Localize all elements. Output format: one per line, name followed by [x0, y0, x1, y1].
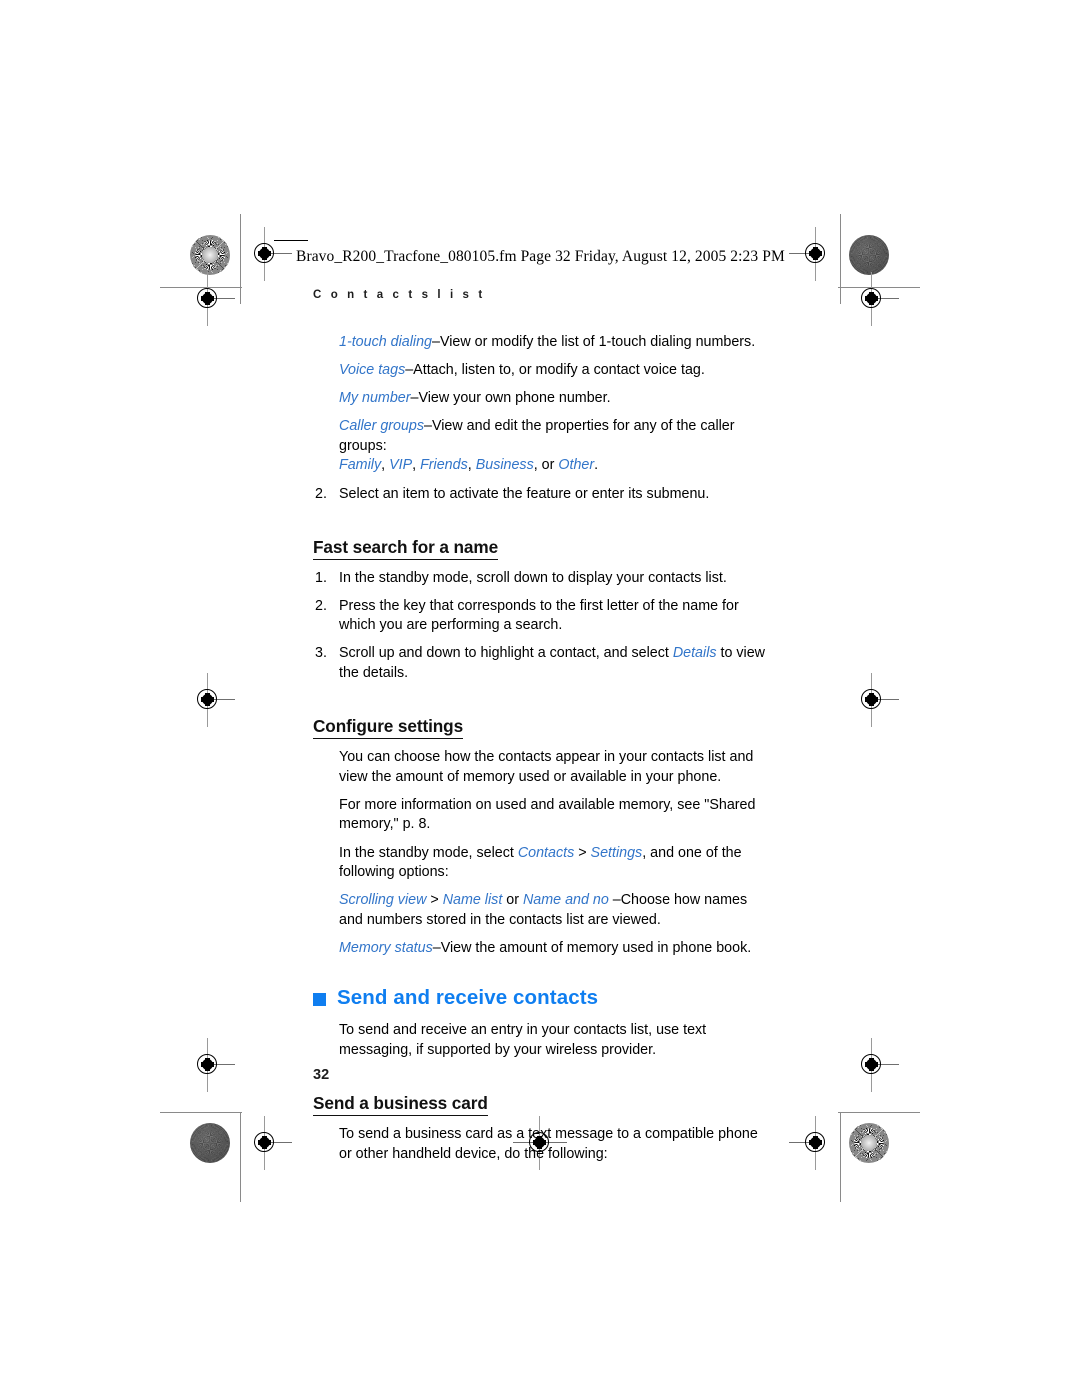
configure-settings-paragraph-1: You can choose how the contacts appear i…	[339, 749, 754, 785]
registration-target-bottom-left-outer	[181, 1038, 235, 1092]
option-scrolling-view: Scrolling view	[339, 892, 427, 909]
list-text-pre: Scroll up and down to highlight a contac…	[339, 645, 673, 662]
menu-item-caller-groups: Caller groups–View and edit the properti…	[339, 417, 765, 476]
menu-path-settings: Settings	[590, 844, 643, 861]
sep: , or	[533, 457, 559, 474]
registration-target-top-left-inner	[238, 227, 292, 281]
trim-line-right-vertical-bottom	[840, 1112, 841, 1202]
chapter-heading-send-and-receive-contacts: Send and receive contacts	[313, 986, 765, 1010]
option-name-list: Name list	[442, 892, 503, 909]
sep: ,	[412, 457, 421, 474]
registration-rosette-bottom-left	[190, 1123, 230, 1163]
section-heading-send-business-card: Send a business card	[313, 1093, 488, 1117]
list-item-fast-search-3: 3. Scroll up and down to highlight a con…	[313, 644, 765, 683]
sep: ,	[381, 457, 390, 474]
list-text: In the standby mode, scroll down to disp…	[339, 569, 727, 586]
page-number: 32	[313, 1067, 330, 1083]
registration-target-middle-left	[181, 673, 235, 727]
framemaker-file-banner: Bravo_R200_Tracfone_080105.fm Page 32 Fr…	[274, 240, 785, 266]
option-name-and-no: Name and no	[522, 892, 609, 909]
list-item-select-item: 2. Select an item to activate the featur…	[313, 485, 765, 505]
list-number: 2.	[315, 485, 327, 502]
configure-settings-paragraph-2: For more information on used and availab…	[339, 796, 756, 833]
section-fast-search: Fast search for a name	[313, 513, 765, 569]
section-heading-fast-search: Fast search for a name	[313, 537, 498, 560]
text-post: –View the amount of memory used in phone…	[432, 939, 752, 956]
caller-group-other: Other	[558, 457, 595, 474]
banner-rule	[274, 240, 308, 241]
list-number: 1.	[315, 569, 327, 586]
option-memory-status: Memory status	[339, 939, 433, 956]
list-item-fast-search-1: 1. In the standby mode, scroll down to d…	[313, 569, 765, 589]
trim-line-left-vertical-bottom	[240, 1112, 241, 1202]
registration-target-bottom-left-inner	[238, 1116, 292, 1170]
caller-group-vip: VIP	[389, 457, 413, 474]
menu-path-contacts: Contacts	[517, 844, 575, 861]
section-send-business-card: Send a business card	[313, 1069, 765, 1125]
list-number: 2.	[315, 597, 327, 614]
configure-settings-paragraph-4: Scrolling view > Name list or Name and n…	[339, 891, 765, 930]
caller-group-business: Business	[475, 457, 534, 474]
list-text: Press the key that corresponds to the fi…	[339, 597, 739, 634]
caller-group-friends: Friends	[420, 457, 468, 474]
list-number: 3.	[315, 645, 327, 662]
list-item-fast-search-2: 2. Press the key that corresponds to the…	[313, 597, 765, 636]
trim-line-bottom-right-horizontal	[838, 1112, 920, 1113]
page-content-column: C o n t a c t s l i s t 1-touch dialing–…	[313, 289, 765, 1173]
text-mid: >	[426, 892, 443, 909]
sep: .	[594, 457, 599, 474]
menu-item-1-touch-dialing: 1-touch dialing–View or modify the list …	[339, 333, 765, 353]
registration-target-top-right-inner	[789, 227, 843, 281]
configure-settings-paragraph-5: Memory status–View the amount of memory …	[339, 939, 765, 959]
registration-rosette-top-right	[849, 235, 889, 275]
list-text: Select an item to activate the feature o…	[339, 485, 710, 502]
soft-key-details: Details	[672, 645, 717, 662]
registration-target-middle-right	[845, 673, 899, 727]
trim-line-left-vertical	[240, 214, 241, 304]
menu-description: –View your own phone number.	[410, 390, 611, 407]
chapter-heading-text: Send and receive contacts	[337, 986, 599, 1010]
text-mid: or	[502, 892, 523, 909]
send-receive-paragraph-1: To send and receive an entry in your con…	[339, 1022, 707, 1059]
caller-group-family: Family	[339, 457, 382, 474]
trim-line-top-left-horizontal	[160, 287, 242, 288]
menu-term: My number	[339, 390, 411, 407]
registration-target-top-left-outer	[181, 272, 235, 326]
banner-text: Bravo_R200_Tracfone_080105.fm Page 32 Fr…	[296, 248, 785, 265]
menu-description: –View or modify the list of 1-touch dial…	[432, 334, 756, 350]
square-bullet-icon	[313, 993, 326, 1007]
menu-term: Voice tags	[339, 362, 406, 379]
menu-item-voice-tags: Voice tags–Attach, listen to, or modify …	[339, 361, 765, 381]
trim-line-bottom-left-horizontal	[160, 1112, 242, 1113]
menu-item-my-number: My number–View your own phone number.	[339, 389, 765, 409]
registration-rosette-top-left	[190, 235, 230, 275]
section-configure-settings: Configure settings	[313, 692, 765, 748]
menu-term: Caller groups	[339, 418, 425, 435]
registration-target-top-right-outer	[845, 272, 899, 326]
trim-line-top-right-horizontal	[838, 287, 920, 288]
section-heading-configure-settings: Configure settings	[313, 716, 463, 740]
sep: ,	[467, 457, 476, 474]
trim-line-right-vertical	[840, 214, 841, 304]
registration-target-bottom-right-outer	[845, 1038, 899, 1092]
menu-description: –Attach, listen to, or modify a contact …	[405, 362, 705, 379]
text-pre: In the standby mode, select	[339, 844, 518, 861]
menu-term: 1-touch dialing	[339, 334, 432, 350]
registration-rosette-bottom-right	[849, 1123, 889, 1163]
configure-settings-paragraph-3: In the standby mode, select Contacts > S…	[339, 844, 765, 883]
registration-target-bottom-right-inner	[789, 1116, 843, 1170]
text-mid: >	[574, 844, 591, 861]
running-head: C o n t a c t s l i s t	[313, 289, 486, 301]
business-card-paragraph-1: To send a business card as a text messag…	[339, 1126, 758, 1162]
